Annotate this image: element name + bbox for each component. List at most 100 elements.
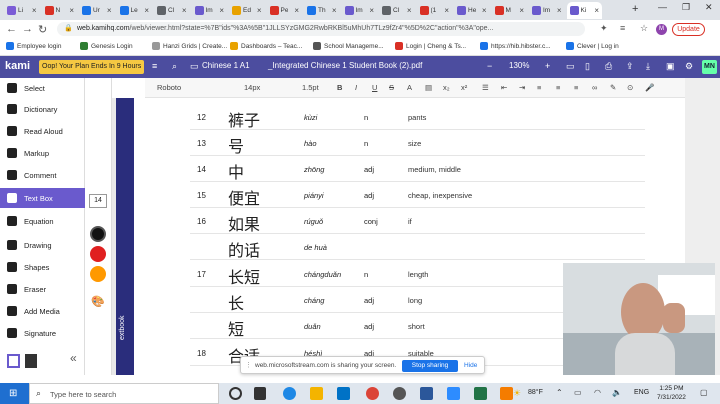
vlc-icon[interactable]: [500, 387, 513, 400]
clear-format-icon[interactable]: ✎: [610, 83, 616, 92]
zoom-out-icon[interactable]: −: [487, 61, 492, 71]
close-tab-icon[interactable]: ×: [32, 6, 40, 15]
weather-temp[interactable]: 88°F: [528, 389, 543, 396]
indent-icon[interactable]: ⇥: [519, 83, 525, 92]
close-tab-icon[interactable]: ×: [257, 6, 265, 15]
align-right-icon[interactable]: ≡: [574, 83, 578, 92]
notification-icon[interactable]: ▢: [700, 388, 708, 397]
new-tab-icon[interactable]: +: [632, 3, 638, 15]
browser-tab[interactable]: Cl ×: [154, 2, 190, 19]
link-icon[interactable]: ∞: [592, 83, 597, 92]
profile-avatar[interactable]: M: [656, 24, 667, 35]
minimize-icon[interactable]: —: [658, 2, 667, 12]
italic-icon[interactable]: I: [355, 83, 357, 92]
browser-tab[interactable]: Im ×: [342, 2, 378, 19]
folder-icon[interactable]: ▭: [190, 61, 199, 72]
menu-list-icon[interactable]: ≡: [620, 23, 625, 33]
edge-icon[interactable]: [283, 387, 296, 400]
hamburger-menu-icon[interactable]: ≡: [152, 61, 157, 71]
task-view-icon[interactable]: [254, 387, 266, 400]
close-tab-icon[interactable]: ×: [107, 6, 115, 15]
line-spacing-select[interactable]: 1.5pt: [302, 83, 319, 92]
forward-icon[interactable]: →: [22, 23, 33, 35]
browser-tab[interactable]: Th ×: [304, 2, 340, 19]
browser-tab[interactable]: N ×: [42, 2, 78, 19]
bold-icon[interactable]: B: [337, 83, 342, 92]
print-icon[interactable]: ⎙: [605, 61, 612, 72]
stop-sharing-button[interactable]: Stop sharing: [402, 360, 458, 372]
extensions-icon[interactable]: ✦: [600, 23, 608, 34]
tray-chevron-icon[interactable]: ⌃: [556, 388, 563, 397]
close-tab-icon[interactable]: ×: [519, 6, 527, 15]
zoom-level[interactable]: 130%: [509, 61, 529, 70]
tool-eraser[interactable]: Eraser: [0, 279, 85, 299]
close-tab-icon[interactable]: ×: [332, 6, 340, 15]
close-tab-icon[interactable]: ×: [557, 6, 565, 15]
settings-app-icon[interactable]: [393, 387, 406, 400]
system-clock[interactable]: 1:25 PM 7/31/2022: [657, 384, 686, 402]
close-tab-icon[interactable]: ×: [182, 6, 190, 15]
bookmark-item[interactable]: Employee login: [6, 42, 61, 50]
save-icon[interactable]: ▣: [666, 61, 675, 72]
tool-select[interactable]: Select: [0, 78, 85, 98]
strikethrough-icon[interactable]: S: [389, 83, 394, 92]
bookmark-star-icon[interactable]: ☆: [640, 23, 648, 34]
outdent-icon[interactable]: ⇤: [501, 83, 507, 92]
browser-tab[interactable]: Le ×: [117, 2, 153, 19]
file-explorer-icon[interactable]: [310, 387, 323, 400]
highlight-icon[interactable]: ▤: [425, 83, 432, 92]
fit-width-icon[interactable]: ▭: [566, 61, 575, 72]
close-tab-icon[interactable]: ×: [144, 6, 152, 15]
align-center-icon[interactable]: ≡: [556, 83, 560, 92]
bookmark-item[interactable]: Clever | Log in: [566, 42, 619, 50]
maximize-icon[interactable]: ❐: [682, 2, 690, 13]
tool-signature[interactable]: Signature: [0, 323, 85, 343]
bookmark-item[interactable]: https://hib.hibster.c...: [480, 42, 551, 50]
browser-tab[interactable]: Ed ×: [229, 2, 265, 19]
course-tab[interactable]: Chinese 1 A1: [202, 61, 250, 70]
superscript-icon[interactable]: x²: [461, 83, 467, 92]
color-swatch-red[interactable]: [90, 246, 106, 262]
download-icon[interactable]: ⤓: [646, 61, 650, 72]
bookmark-item[interactable]: Dashboards – Teac...: [230, 42, 302, 50]
align-left-icon[interactable]: ≡: [537, 83, 541, 92]
list-icon[interactable]: ☰: [482, 83, 489, 92]
font-size-picker[interactable]: 14: [89, 194, 107, 208]
color-swatch-orange[interactable]: [90, 266, 106, 282]
tool-read-aloud[interactable]: Read Aloud: [0, 121, 85, 141]
close-tab-icon[interactable]: ×: [294, 6, 302, 15]
browser-tab[interactable]: Li ×: [4, 2, 40, 19]
browser-tab[interactable]: Ki ×: [566, 2, 602, 19]
gear-icon[interactable]: ⊙: [627, 83, 633, 92]
tool-add-media[interactable]: Add Media: [0, 301, 85, 321]
reload-icon[interactable]: ↻: [38, 23, 47, 36]
zoom-app-icon[interactable]: [447, 387, 460, 400]
bookmark-item[interactable]: Login | Cheng & Ts...: [395, 42, 466, 50]
excel-icon[interactable]: [474, 387, 487, 400]
update-button[interactable]: Update: [672, 23, 705, 36]
font-family-select[interactable]: Roboto: [157, 83, 181, 92]
close-tab-icon[interactable]: ×: [407, 6, 415, 15]
tool-dictionary[interactable]: Dictionary: [0, 99, 85, 119]
tool-markup[interactable]: Markup: [0, 143, 85, 163]
share-icon[interactable]: ⇪: [626, 61, 634, 72]
search-icon[interactable]: ⌕: [172, 61, 177, 72]
browser-tab[interactable]: (1 ×: [417, 2, 453, 19]
tool-comment[interactable]: Comment: [0, 165, 85, 185]
user-avatar[interactable]: MN: [702, 60, 717, 74]
bookmark-item[interactable]: Genesis Login: [80, 42, 133, 50]
text-color-icon[interactable]: A: [407, 83, 412, 92]
language-indicator[interactable]: ENG: [634, 389, 649, 396]
close-tab-icon[interactable]: ×: [482, 6, 490, 15]
browser-tab[interactable]: Pe ×: [267, 2, 303, 19]
single-page-view-icon[interactable]: [7, 354, 20, 368]
browser-tab[interactable]: M ×: [492, 2, 528, 19]
close-tab-icon[interactable]: ×: [594, 6, 602, 15]
back-icon[interactable]: ←: [6, 23, 17, 35]
close-tab-icon[interactable]: ×: [219, 6, 227, 15]
drag-handle-icon[interactable]: ⋮: [245, 361, 252, 369]
close-tab-icon[interactable]: ×: [69, 6, 77, 15]
tool-shapes[interactable]: Shapes: [0, 257, 85, 277]
volume-icon[interactable]: 🔈: [612, 388, 622, 397]
color-swatch-black[interactable]: [90, 226, 106, 242]
